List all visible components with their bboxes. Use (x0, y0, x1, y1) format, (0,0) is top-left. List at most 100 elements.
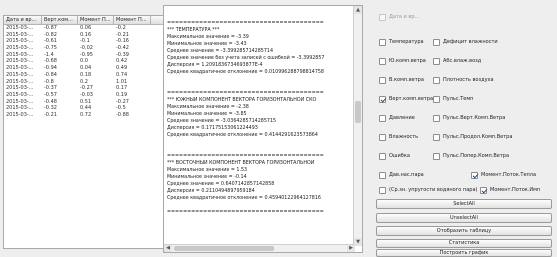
table-cell[interactable]: -0.16 (114, 38, 151, 45)
checkbox-checked-icon[interactable] (471, 171, 478, 179)
table-cell[interactable]: -0.02 (78, 45, 114, 52)
table-cell[interactable]: -0.95 (78, 52, 114, 59)
table-row[interactable]: 2015-03-... -0.68 0.0 0.42 (4, 58, 173, 65)
table-row[interactable]: 2015-03-... -0.87 0.06 -0.2 (4, 25, 173, 32)
checkbox-humidity-deficit[interactable]: Дефицит влажности (433, 38, 498, 46)
checkbox-south-wind-component[interactable]: Ю.комп.ветра (379, 57, 426, 65)
table-cell[interactable]: 0.0 (78, 58, 114, 65)
table-row[interactable]: 2015-03-... -0.84 0.18 0.74 (4, 72, 173, 79)
table-row[interactable]: 2015-03-... -1.4 -0.95 -0.39 (4, 52, 173, 59)
table-cell[interactable]: -0.84 (42, 72, 78, 79)
table-row[interactable]: 2015-03-... -0.75 -0.02 -0.42 (4, 45, 173, 52)
checkbox-unchecked-icon[interactable] (433, 57, 440, 65)
table-cell[interactable]: -0.27 (114, 99, 151, 106)
table-cell[interactable]: 0.16 (78, 32, 114, 39)
table-cell[interactable]: -0.1 (78, 38, 114, 45)
checkbox-pulse-longitudinal-wind[interactable]: Пульс.Продол.Комп.Ветра (433, 133, 512, 141)
column-header-moment-2[interactable]: Момент П... (114, 16, 151, 25)
table-cell[interactable]: 2015-03-... (4, 52, 42, 59)
table-cell[interactable]: -0.82 (42, 32, 78, 39)
report-text-content[interactable]: ======================================= *… (167, 6, 353, 246)
checkbox-momentum-flux-moment[interactable]: Момент.Поток.Имп (480, 186, 540, 194)
table-cell[interactable]: 0.19 (114, 92, 151, 99)
table-cell[interactable]: 1.01 (114, 79, 151, 86)
checkbox-unchecked-icon[interactable] (379, 76, 386, 84)
table-cell[interactable]: -1.4 (42, 52, 78, 59)
checkbox-saturated-vapor-pressure[interactable]: Дав.нас.пара (379, 171, 424, 179)
table-cell[interactable]: -0.32 (42, 105, 78, 112)
table-cell[interactable]: 0.44 (78, 105, 114, 112)
table-cell[interactable]: -0.57 (42, 92, 78, 99)
checkbox-humidity[interactable]: Влажность (379, 133, 418, 141)
checkbox-checked-icon[interactable] (379, 95, 386, 103)
table-row[interactable]: 2015-03-... -0.32 0.44 -0.5 (4, 105, 173, 112)
column-header-datetime[interactable]: Дата и вр... (4, 16, 42, 25)
table-cell[interactable]: -0.87 (42, 25, 78, 32)
checkbox-pressure[interactable]: Давление (379, 114, 415, 122)
checkbox-unchecked-icon[interactable] (379, 57, 386, 65)
table-cell[interactable]: 0.72 (78, 112, 114, 119)
table-cell[interactable]: 0.74 (114, 72, 151, 79)
checkbox-unchecked-icon[interactable] (379, 133, 386, 141)
table-cell[interactable]: 2015-03-... (4, 45, 42, 52)
checkbox-unchecked-icon[interactable] (379, 186, 386, 194)
table-cell[interactable]: 2015-03-... (4, 25, 42, 32)
select-all-button[interactable]: SelectAll (376, 199, 552, 209)
table-row[interactable]: 2015-03-... -0.48 0.51 -0.27 (4, 99, 173, 106)
table-cell[interactable]: 2015-03-... (4, 92, 42, 99)
table-cell[interactable]: -0.88 (114, 112, 151, 119)
table-cell[interactable]: 0.04 (78, 65, 114, 72)
table-row[interactable]: 2015-03-... -0.82 0.16 -0.21 (4, 32, 173, 39)
scroll-left-icon[interactable]: ◀ (164, 245, 172, 252)
table-cell[interactable]: 0.18 (78, 72, 114, 79)
table-row[interactable]: 2015-03-... -0.57 -0.03 0.19 (4, 92, 173, 99)
show-table-button[interactable]: Отобразить таблицу (376, 226, 552, 236)
statistics-button[interactable]: Статистика (376, 239, 552, 248)
table-cell[interactable]: -0.75 (42, 45, 78, 52)
table-cell[interactable]: 2015-03-... (4, 38, 42, 45)
checkbox-error[interactable]: Ошибка (379, 152, 410, 160)
table-cell[interactable]: -0.68 (42, 58, 78, 65)
checkbox-unchecked-icon[interactable] (433, 133, 440, 141)
table-row[interactable]: 2015-03-... -0.37 -0.27 0.17 (4, 85, 173, 92)
checkbox-unchecked-icon[interactable] (379, 152, 386, 160)
scroll-up-icon[interactable]: ▲ (354, 6, 362, 14)
table-cell[interactable]: 0.2 (78, 79, 114, 86)
checkbox-pulse-transverse-wind[interactable]: Пульс.Попер.Комп.Ветра (433, 152, 509, 160)
table-cell[interactable]: 2015-03-... (4, 99, 42, 106)
checkbox-unchecked-icon[interactable] (433, 114, 440, 122)
checkbox-checked-icon[interactable] (480, 186, 487, 194)
table-cell[interactable]: 2015-03-... (4, 79, 42, 86)
checkbox-east-wind-component[interactable]: В.комп.ветра (379, 76, 424, 84)
horizontal-scrollbar[interactable]: ◀ ▶ (164, 244, 355, 252)
build-chart-button[interactable]: Построить график (376, 249, 552, 257)
checkbox-heat-flux-moment[interactable]: Момент.Поток.Тепла (471, 171, 536, 179)
table-cell[interactable]: -0.21 (114, 32, 151, 39)
table-cell[interactable]: 2015-03-... (4, 85, 42, 92)
checkbox-unchecked-icon[interactable] (433, 152, 440, 160)
checkbox-unchecked-icon[interactable] (379, 38, 386, 46)
table-cell[interactable]: -0.42 (114, 45, 151, 52)
table-cell[interactable]: -0.5 (114, 105, 151, 112)
table-cell[interactable]: -0.94 (42, 65, 78, 72)
table-cell[interactable]: 0.17 (114, 85, 151, 92)
table-cell[interactable]: 0.42 (114, 58, 151, 65)
table-row[interactable]: 2015-03-... -0.21 0.72 -0.88 (4, 112, 173, 119)
table-cell[interactable]: 0.06 (78, 25, 114, 32)
checkbox-unchecked-icon[interactable] (433, 38, 440, 46)
table-cell[interactable]: -0.61 (42, 38, 78, 45)
report-text-area[interactable]: ======================================= *… (163, 5, 363, 253)
table-cell[interactable]: -0.48 (42, 99, 78, 106)
data-table[interactable]: Дата и вр... Верт.ком... Момент П... Мом… (3, 15, 174, 249)
checkbox-absolute-air-humidity[interactable]: Абс.влаж.возд (433, 57, 481, 65)
table-cell[interactable]: 2015-03-... (4, 58, 42, 65)
checkbox-unchecked-icon[interactable] (433, 76, 440, 84)
checkbox-air-density[interactable]: Плотность воздуха (433, 76, 494, 84)
table-cell[interactable]: 2015-03-... (4, 65, 42, 72)
checkbox-pulse-vertical-wind[interactable]: Пульс.Верт.Комп.Ветра (433, 114, 505, 122)
table-cell[interactable]: -0.37 (42, 85, 78, 92)
table-cell[interactable]: -0.2 (114, 25, 151, 32)
table-cell[interactable]: -0.8 (42, 79, 78, 86)
table-cell[interactable]: 0.51 (78, 99, 114, 106)
checkbox-pulse-temperature[interactable]: Пульс.Темп (433, 95, 473, 103)
